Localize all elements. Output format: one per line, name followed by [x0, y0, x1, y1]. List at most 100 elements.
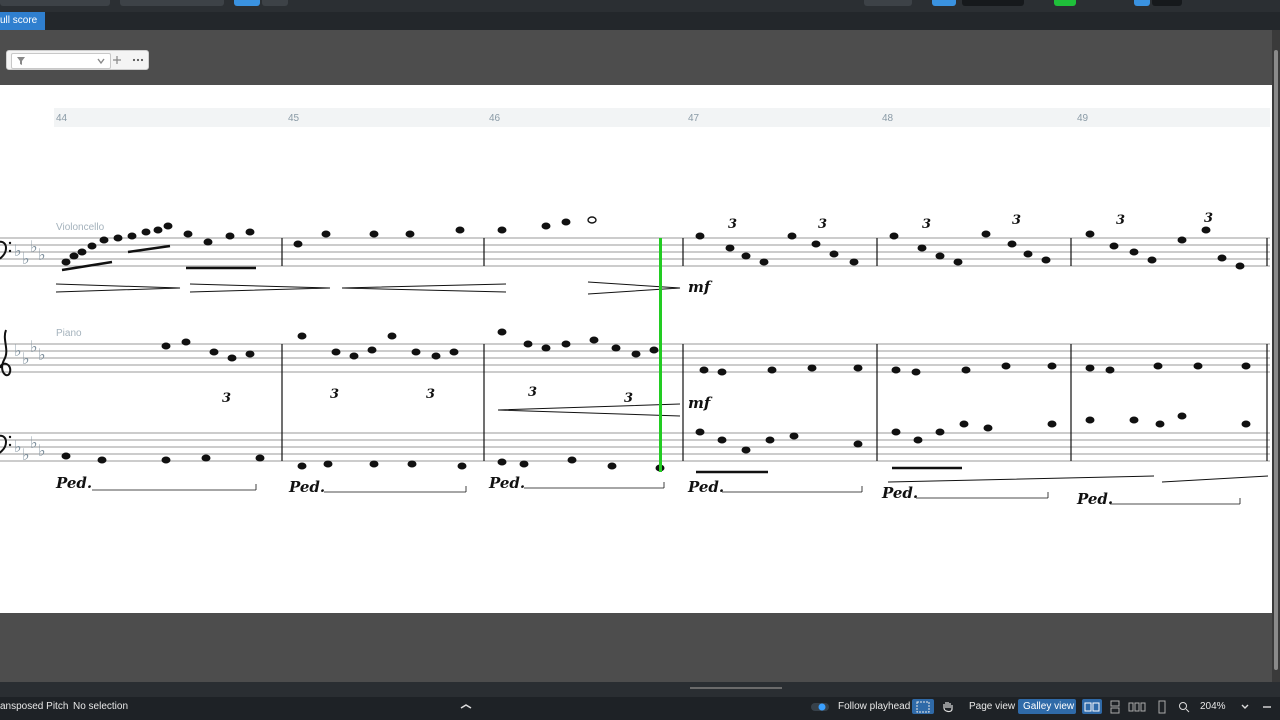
- chevron-down-icon: [97, 58, 105, 65]
- tuplet-number: 3: [1116, 213, 1125, 228]
- spread-horizontal-icon: [1084, 702, 1100, 712]
- add-icon[interactable]: [112, 55, 122, 65]
- spread-horizontal-button[interactable]: [1082, 699, 1102, 714]
- cello-dynamic-mf: mf: [688, 278, 713, 296]
- top-toolbar: [0, 0, 1280, 12]
- pedal-mark: Ped.: [488, 474, 525, 492]
- view-filter-box: [6, 50, 149, 70]
- horizontal-scrollbar[interactable]: [0, 682, 1280, 697]
- toolbar-field-2[interactable]: [120, 0, 224, 6]
- tuplet-number: 3: [922, 217, 931, 232]
- staff-label-cello: Violoncello: [56, 222, 105, 233]
- pedal-mark: Ped.: [55, 474, 92, 492]
- svg-text:♭: ♭: [30, 337, 38, 356]
- cello-key-signature: ♭ ♭♭ ♭: [14, 237, 46, 268]
- bass-hairpin: [887, 475, 1269, 483]
- hand-icon[interactable]: [941, 700, 955, 714]
- piano-treble-staff[interactable]: [0, 343, 1270, 373]
- piano-tuplets: 3 3 3 3 3: [222, 385, 633, 406]
- vertical-scrollbar[interactable]: [1272, 30, 1280, 682]
- tuplet-number: 3: [624, 391, 633, 406]
- chevron-up-icon[interactable]: [458, 702, 474, 712]
- tuplet-number: 3: [426, 387, 435, 402]
- measure-number-45: 45: [288, 113, 300, 124]
- toolbar-toggle-green[interactable]: [1054, 0, 1076, 6]
- tab-full-score[interactable]: ull score: [0, 12, 46, 30]
- toggle-icon[interactable]: [810, 701, 830, 713]
- single-page-icon[interactable]: [1128, 701, 1146, 713]
- status-bar: ansposed Pitch No selection Follow playh…: [0, 697, 1280, 720]
- tuplet-number: 3: [222, 391, 231, 406]
- measure-number-47: 47: [688, 113, 700, 124]
- bass-key-signature: ♭ ♭♭ ♭: [14, 433, 46, 464]
- tab-full-score-label: ull score: [0, 15, 38, 26]
- measure-number-48: 48: [882, 113, 894, 124]
- filter-select[interactable]: [11, 53, 111, 69]
- zoom-level[interactable]: 204%: [1200, 697, 1226, 716]
- svg-text:♭: ♭: [30, 433, 38, 452]
- pedal-markings: Ped. Ped. Ped. Ped. Ped. Ped.: [55, 474, 1113, 508]
- cello-tuplets: 3 3 3 3 3 3: [728, 211, 1213, 232]
- cello-staff[interactable]: [0, 237, 1270, 267]
- tuplet-number: 3: [728, 217, 737, 232]
- piano-treble-notes[interactable]: [161, 328, 1251, 376]
- svg-text:♭: ♭: [22, 349, 30, 368]
- galley-view-button[interactable]: Galley view: [1018, 699, 1076, 714]
- pedal-mark: Ped.: [288, 478, 325, 496]
- tuplet-number: 3: [1012, 213, 1021, 228]
- cello-hairpins: [55, 281, 681, 295]
- toolbar-toggle-2[interactable]: [262, 0, 288, 6]
- tuplet-number: 3: [818, 217, 827, 232]
- selection-status: No selection: [73, 701, 129, 712]
- barlines: [281, 238, 1268, 461]
- vertical-scroll-thumb[interactable]: [1274, 50, 1278, 670]
- measure-number-49: 49: [1077, 113, 1089, 124]
- svg-text:♭: ♭: [30, 237, 38, 256]
- tuplet-number: 3: [528, 385, 537, 400]
- more-icon[interactable]: [132, 55, 144, 65]
- toolbar-display: [962, 0, 1024, 6]
- toolbar-button-3[interactable]: [864, 0, 912, 6]
- toolbar-toggle-blue-2[interactable]: [932, 0, 956, 6]
- toolbar-field-1[interactable]: [0, 0, 110, 6]
- cello-notes[interactable]: [61, 216, 1245, 272]
- layout-tab-strip: ull score: [0, 12, 1280, 30]
- svg-text:♭: ♭: [22, 249, 30, 268]
- toolbar-field-3[interactable]: [1152, 0, 1182, 6]
- page-view-button[interactable]: Page view: [969, 697, 1015, 716]
- toolbar-toggle-blue-3[interactable]: [1134, 0, 1150, 6]
- galley-view-label: Galley view: [1023, 701, 1075, 712]
- pedal-mark: Ped.: [1076, 490, 1113, 508]
- piano-bass-staff[interactable]: [0, 432, 1270, 462]
- measure-number-44: 44: [56, 113, 68, 124]
- zoom-icon[interactable]: [1178, 701, 1190, 713]
- selection-tool-button[interactable]: [912, 699, 934, 714]
- svg-text:♭: ♭: [38, 345, 46, 364]
- horizontal-scroll-thumb[interactable]: [690, 687, 782, 689]
- svg-text:♭: ♭: [14, 437, 22, 456]
- minus-icon[interactable]: [1262, 702, 1272, 712]
- follow-playhead-label[interactable]: Follow playhead: [838, 697, 910, 716]
- score-galley[interactable]: 44 45 46 47 48 49 Violoncello Piano ♭ ♭ …: [0, 85, 1272, 613]
- pitch-mode-label[interactable]: ansposed Pitch: [0, 697, 68, 716]
- piano-bass-notes[interactable]: [61, 412, 1251, 474]
- filter-icon: [17, 57, 25, 65]
- tuplet-number: 3: [1204, 211, 1213, 226]
- treble-key-signature: ♭ ♭♭ ♭: [14, 337, 46, 368]
- measure-number-46: 46: [489, 113, 501, 124]
- svg-text:♭: ♭: [38, 245, 46, 264]
- measure-number-strip: 44 45 46 47 48 49: [54, 108, 1270, 127]
- music-notation: 44 45 46 47 48 49 Violoncello Piano ♭ ♭♭…: [0, 108, 1270, 508]
- svg-text:♭: ♭: [14, 341, 22, 360]
- continuous-view-icon[interactable]: [1156, 700, 1168, 714]
- spread-vertical-icon[interactable]: [1108, 700, 1122, 714]
- svg-text:♭: ♭: [14, 241, 22, 260]
- playhead[interactable]: [659, 238, 662, 472]
- svg-text:♭: ♭: [38, 441, 46, 460]
- chevron-down-icon[interactable]: [1240, 702, 1250, 712]
- toolbar-toggle-blue[interactable]: [234, 0, 260, 6]
- tuplet-number: 3: [330, 387, 339, 402]
- staff-label-piano: Piano: [56, 328, 82, 339]
- svg-text:♭: ♭: [22, 445, 30, 464]
- pedal-mark: Ped.: [687, 478, 724, 496]
